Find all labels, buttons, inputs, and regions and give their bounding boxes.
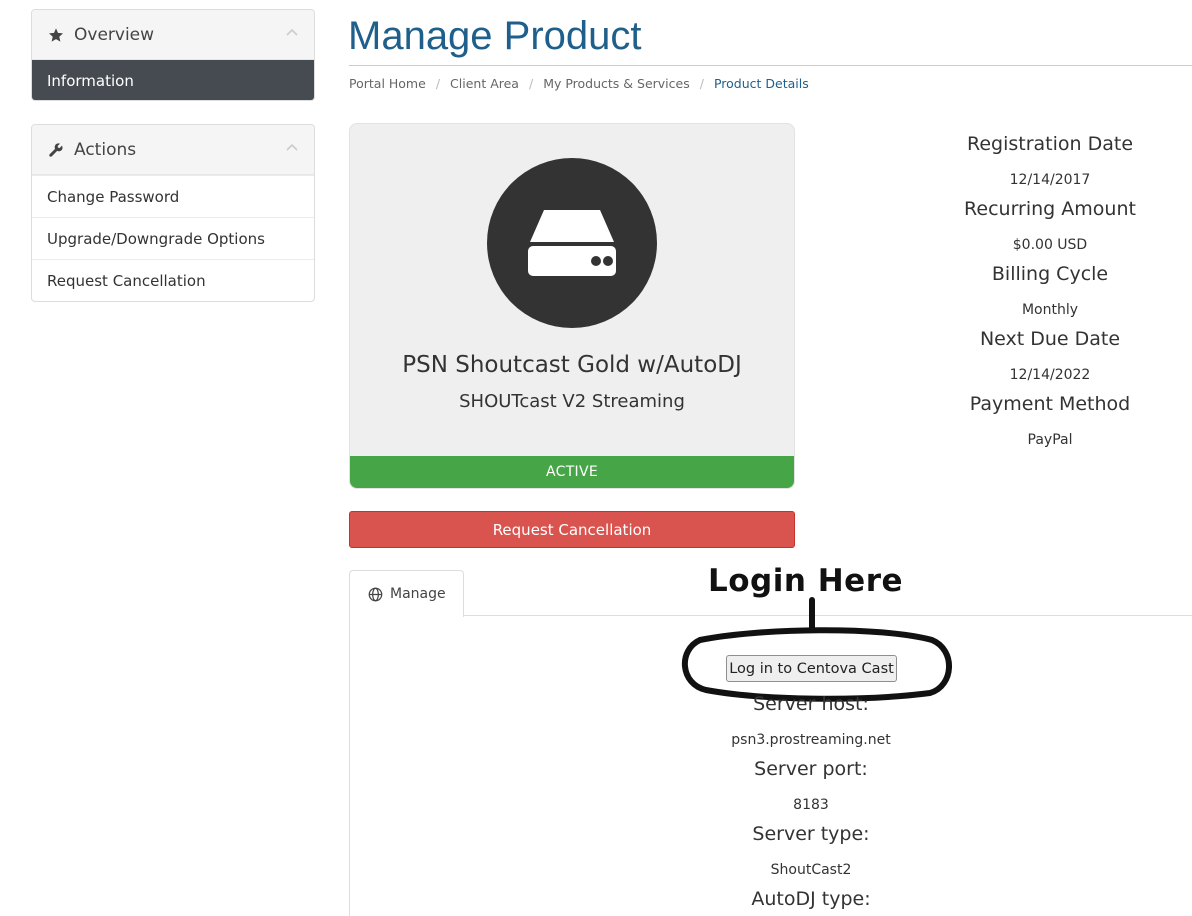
breadcrumb-separator: / xyxy=(435,76,441,91)
registration-date-label: Registration Date xyxy=(966,133,1134,155)
server-type-label: Server type: xyxy=(752,823,870,845)
actions-panel-title: Actions xyxy=(74,139,137,160)
billing-cycle-label: Billing Cycle xyxy=(991,263,1109,285)
product-icon-circle xyxy=(487,158,657,328)
server-port-label: Server port: xyxy=(754,758,868,780)
server-port-value: 8183 xyxy=(793,797,829,813)
chevron-up-icon[interactable] xyxy=(286,142,298,154)
actions-panel-heading[interactable]: Actions xyxy=(32,125,314,175)
product-name: PSN Shoutcast Gold w/AutoDJ xyxy=(402,352,742,378)
next-due-date-label: Next Due Date xyxy=(979,328,1121,350)
overview-panel-heading[interactable]: Overview xyxy=(32,10,314,60)
tab-manage-label: Manage xyxy=(390,586,446,602)
chevron-up-icon[interactable] xyxy=(286,27,298,39)
globe-icon xyxy=(368,587,383,602)
breadcrumb: Portal Home / Client Area / My Products … xyxy=(349,76,809,91)
payment-method-value: PayPal xyxy=(1027,432,1073,448)
actions-panel: Actions Change Password Upgrade/Downgrad… xyxy=(31,124,315,302)
recurring-amount-value: $0.00 USD xyxy=(1012,237,1088,253)
billing-cycle-value: Monthly xyxy=(1021,302,1079,318)
sidebar-item-change-password[interactable]: Change Password xyxy=(32,175,314,217)
wrench-icon xyxy=(47,141,65,159)
title-divider xyxy=(349,65,1192,66)
product-subtitle: SHOUTcast V2 Streaming xyxy=(459,391,685,412)
login-centova-cast-button[interactable]: Log in to Centova Cast xyxy=(726,655,897,682)
sidebar-item-upgrade-downgrade[interactable]: Upgrade/Downgrade Options xyxy=(32,217,314,259)
server-host-value: psn3.prostreaming.net xyxy=(731,732,891,748)
star-icon xyxy=(47,26,65,44)
sidebar-item-request-cancellation[interactable]: Request Cancellation xyxy=(32,259,314,301)
payment-method-label: Payment Method xyxy=(969,393,1131,415)
breadcrumb-client-area[interactable]: Client Area xyxy=(450,76,519,91)
server-type-value: ShoutCast2 xyxy=(770,862,852,878)
status-badge: ACTIVE xyxy=(350,456,794,488)
breadcrumb-portal-home[interactable]: Portal Home xyxy=(349,76,426,91)
tab-manage[interactable]: Manage xyxy=(349,570,464,617)
next-due-date-value: 12/14/2022 xyxy=(1009,367,1091,383)
overview-panel-title: Overview xyxy=(74,24,155,45)
server-host-label: Server host: xyxy=(753,693,869,715)
product-info: Registration Date 12/14/2017 Recurring A… xyxy=(940,130,1160,455)
overview-panel: Overview Information xyxy=(31,9,315,101)
recurring-amount-label: Recurring Amount xyxy=(964,198,1136,220)
page-title: Manage Product xyxy=(348,14,642,58)
breadcrumb-separator: / xyxy=(528,76,534,91)
server-details: Server host: psn3.prostreaming.net Serve… xyxy=(700,690,922,916)
breadcrumb-separator: / xyxy=(699,76,704,91)
registration-date-value: 12/14/2017 xyxy=(1009,172,1091,188)
product-card: PSN Shoutcast Gold w/AutoDJ SHOUTcast V2… xyxy=(349,123,795,489)
sidebar-item-information[interactable]: Information xyxy=(32,60,314,100)
request-cancellation-button[interactable]: Request Cancellation xyxy=(349,511,795,548)
annotation-text: Login Here xyxy=(708,563,904,599)
server-icon xyxy=(528,210,616,276)
autodj-type-label: AutoDJ type: xyxy=(751,888,871,910)
breadcrumb-product-details: Product Details xyxy=(713,76,809,91)
breadcrumb-my-products[interactable]: My Products & Services xyxy=(543,76,690,91)
